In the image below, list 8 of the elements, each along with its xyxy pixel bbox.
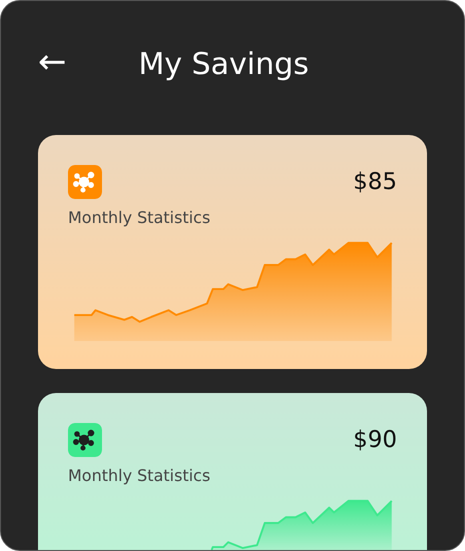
card-label: Monthly Statistics (68, 208, 212, 227)
screen-title: My Savings (138, 46, 309, 82)
network-icon (68, 423, 102, 457)
network-icon (68, 165, 102, 199)
back-button[interactable]: ← (38, 45, 66, 79)
amount: $85 (353, 169, 397, 195)
amount: $90 (353, 427, 397, 453)
card-label: Monthly Statistics (68, 466, 212, 485)
